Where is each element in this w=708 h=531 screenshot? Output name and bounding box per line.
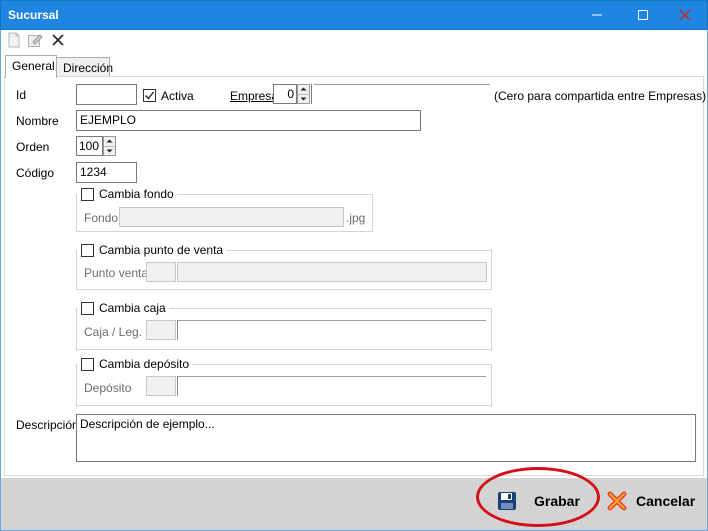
fondo-field[interactable] bbox=[119, 207, 344, 227]
close-icon bbox=[679, 9, 691, 21]
cambia-caja-label: Cambia caja bbox=[99, 301, 166, 315]
minimize-icon bbox=[592, 14, 602, 16]
floppy-disk-icon bbox=[498, 492, 516, 510]
cancel-button-label: Cancelar bbox=[636, 493, 696, 509]
fondo-suffix: .jpg bbox=[346, 211, 366, 225]
close-x-icon bbox=[52, 34, 64, 46]
orden-field[interactable]: 100 bbox=[76, 136, 103, 156]
caja-label: Caja / Leg. bbox=[84, 325, 143, 339]
cancel-button[interactable]: Cancelar bbox=[606, 490, 695, 512]
punto-venta-label: Punto venta bbox=[84, 266, 149, 280]
cambia-caja-checkbox[interactable] bbox=[81, 301, 94, 315]
checkmark-icon bbox=[145, 91, 155, 100]
deposito-name-left-edge bbox=[177, 376, 178, 396]
spin-up-icon bbox=[300, 87, 307, 91]
empresa-stepper[interactable] bbox=[297, 84, 310, 104]
cambia-fondo-checkbox[interactable] bbox=[81, 187, 94, 201]
descripcion-textarea[interactable]: Descripción de ejemplo... bbox=[76, 414, 696, 462]
window-title: Sucursal bbox=[8, 8, 59, 22]
save-button-label: Grabar bbox=[534, 493, 580, 509]
punto-venta-group-legend: Cambia punto de venta bbox=[78, 243, 227, 257]
caja-code-field[interactable] bbox=[146, 320, 176, 340]
empresa-hint: (Cero para compartida entre Empresas) bbox=[494, 89, 707, 103]
delete-button[interactable] bbox=[48, 31, 68, 49]
edit-button[interactable] bbox=[25, 31, 45, 49]
toolbar bbox=[1, 30, 707, 52]
deposito-code-field[interactable] bbox=[146, 376, 176, 396]
spin-down-icon bbox=[300, 97, 307, 101]
deposito-group-legend: Cambia depósito bbox=[78, 357, 193, 371]
save-button[interactable]: Grabar bbox=[496, 490, 580, 512]
caja-name-top-line bbox=[178, 320, 486, 321]
nombre-field[interactable]: EJEMPLO bbox=[76, 110, 421, 131]
cambia-deposito-label: Cambia depósito bbox=[99, 357, 190, 371]
tab-general[interactable]: General bbox=[5, 55, 57, 78]
nombre-label: Nombre bbox=[16, 114, 59, 128]
codigo-label: Código bbox=[16, 166, 55, 180]
new-button[interactable] bbox=[4, 31, 24, 49]
cambia-deposito-checkbox[interactable] bbox=[81, 357, 94, 371]
empresa-separator bbox=[311, 84, 313, 104]
punto-venta-code-field[interactable] bbox=[146, 262, 176, 282]
empresa-name-top-line bbox=[314, 84, 490, 85]
tab-direccion[interactable]: Dirección bbox=[56, 57, 113, 77]
red-x-icon bbox=[607, 491, 627, 511]
id-label: Id bbox=[16, 88, 27, 102]
activa-checkbox[interactable] bbox=[143, 89, 156, 102]
caja-group-legend: Cambia caja bbox=[78, 301, 169, 315]
cambia-punto-venta-checkbox[interactable] bbox=[81, 243, 94, 257]
edit-icon bbox=[28, 34, 43, 47]
id-field[interactable] bbox=[76, 84, 137, 105]
new-document-icon bbox=[8, 32, 20, 48]
bottom-action-bar bbox=[1, 478, 707, 530]
empresa-field[interactable]: 0 bbox=[273, 84, 297, 104]
orden-label: Orden bbox=[16, 140, 50, 154]
spin-down-icon bbox=[106, 149, 113, 153]
maximize-button[interactable] bbox=[620, 0, 666, 30]
spin-up-icon bbox=[106, 139, 113, 143]
deposito-name-top-line bbox=[178, 376, 486, 377]
fondo-label: Fondo bbox=[84, 211, 119, 225]
maximize-icon bbox=[638, 10, 648, 20]
fondo-group-legend: Cambia fondo bbox=[78, 187, 177, 201]
close-window-button[interactable] bbox=[662, 0, 708, 30]
codigo-field[interactable]: 1234 bbox=[76, 162, 137, 183]
empresa-link[interactable]: Empresa bbox=[230, 89, 278, 103]
minimize-button[interactable] bbox=[574, 0, 620, 30]
cambia-punto-venta-label: Cambia punto de venta bbox=[99, 243, 224, 257]
cambia-fondo-label: Cambia fondo bbox=[99, 187, 174, 201]
punto-venta-name-field[interactable] bbox=[177, 262, 487, 282]
activa-label: Activa bbox=[161, 89, 194, 103]
descripcion-label: Descripción bbox=[16, 418, 79, 432]
orden-stepper[interactable] bbox=[103, 136, 116, 156]
deposito-label: Depósito bbox=[84, 381, 132, 395]
caja-name-left-edge bbox=[177, 320, 178, 340]
